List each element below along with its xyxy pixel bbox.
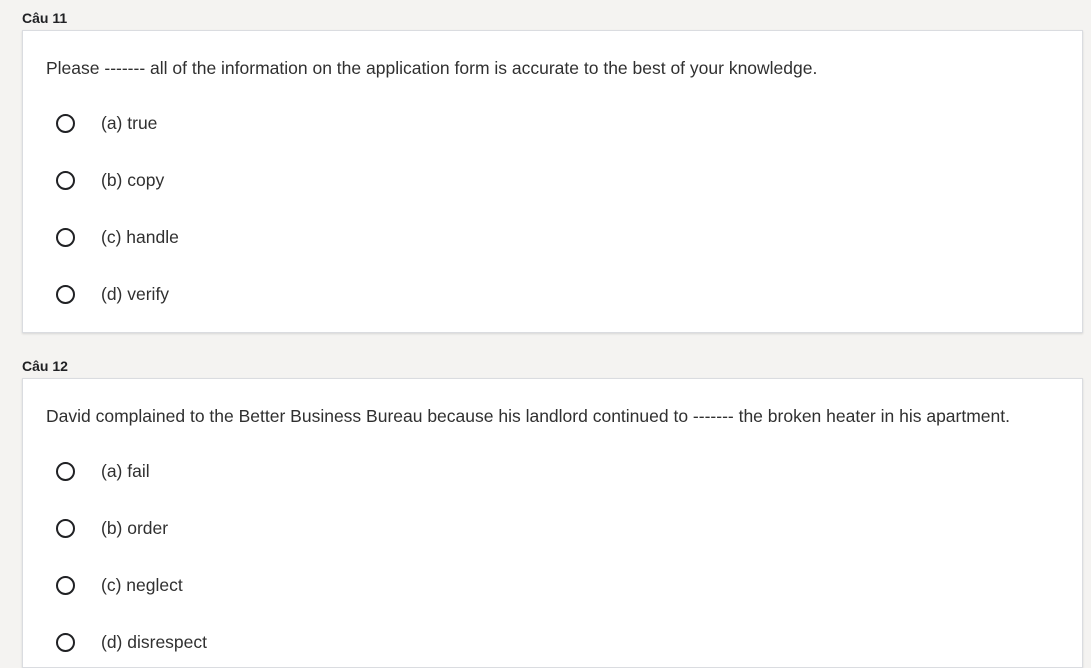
option-b[interactable]: (b) order [45, 513, 168, 543]
radio-unchecked-icon[interactable] [56, 632, 75, 652]
radio-unchecked-icon[interactable] [56, 461, 75, 481]
question-card: David complained to the Better Business … [22, 378, 1083, 668]
radio-unchecked-icon[interactable] [56, 227, 75, 247]
option-label: (d) disrespect [101, 631, 208, 652]
option-label: (c) neglect [101, 574, 183, 595]
option-c[interactable]: (c) handle [45, 222, 179, 252]
option-b[interactable]: (b) copy [45, 165, 164, 195]
option-a[interactable]: (a) fail [45, 456, 150, 486]
option-label: (d) verify [101, 283, 170, 304]
radio-unchecked-icon[interactable] [56, 575, 75, 595]
question-text: Please ------- all of the information on… [46, 58, 818, 78]
question-label: Câu 11 [22, 10, 68, 26]
option-label: (b) order [101, 517, 169, 538]
option-label: (a) true [101, 112, 158, 133]
option-c[interactable]: (c) neglect [45, 570, 183, 600]
option-label: (b) copy [101, 169, 165, 190]
option-label: (a) fail [101, 460, 150, 481]
option-d[interactable]: (d) disrespect [45, 627, 207, 657]
option-a[interactable]: (a) true [45, 108, 157, 138]
option-label: (c) handle [101, 226, 179, 247]
question-text: David complained to the Better Business … [46, 406, 1010, 426]
radio-unchecked-icon[interactable] [56, 113, 75, 133]
option-d[interactable]: (d) verify [45, 279, 169, 309]
question-card: Please ------- all of the information on… [22, 30, 1083, 333]
radio-unchecked-icon[interactable] [56, 284, 75, 304]
radio-unchecked-icon[interactable] [56, 518, 75, 538]
question-label: Câu 12 [22, 358, 68, 374]
radio-unchecked-icon[interactable] [56, 170, 75, 190]
